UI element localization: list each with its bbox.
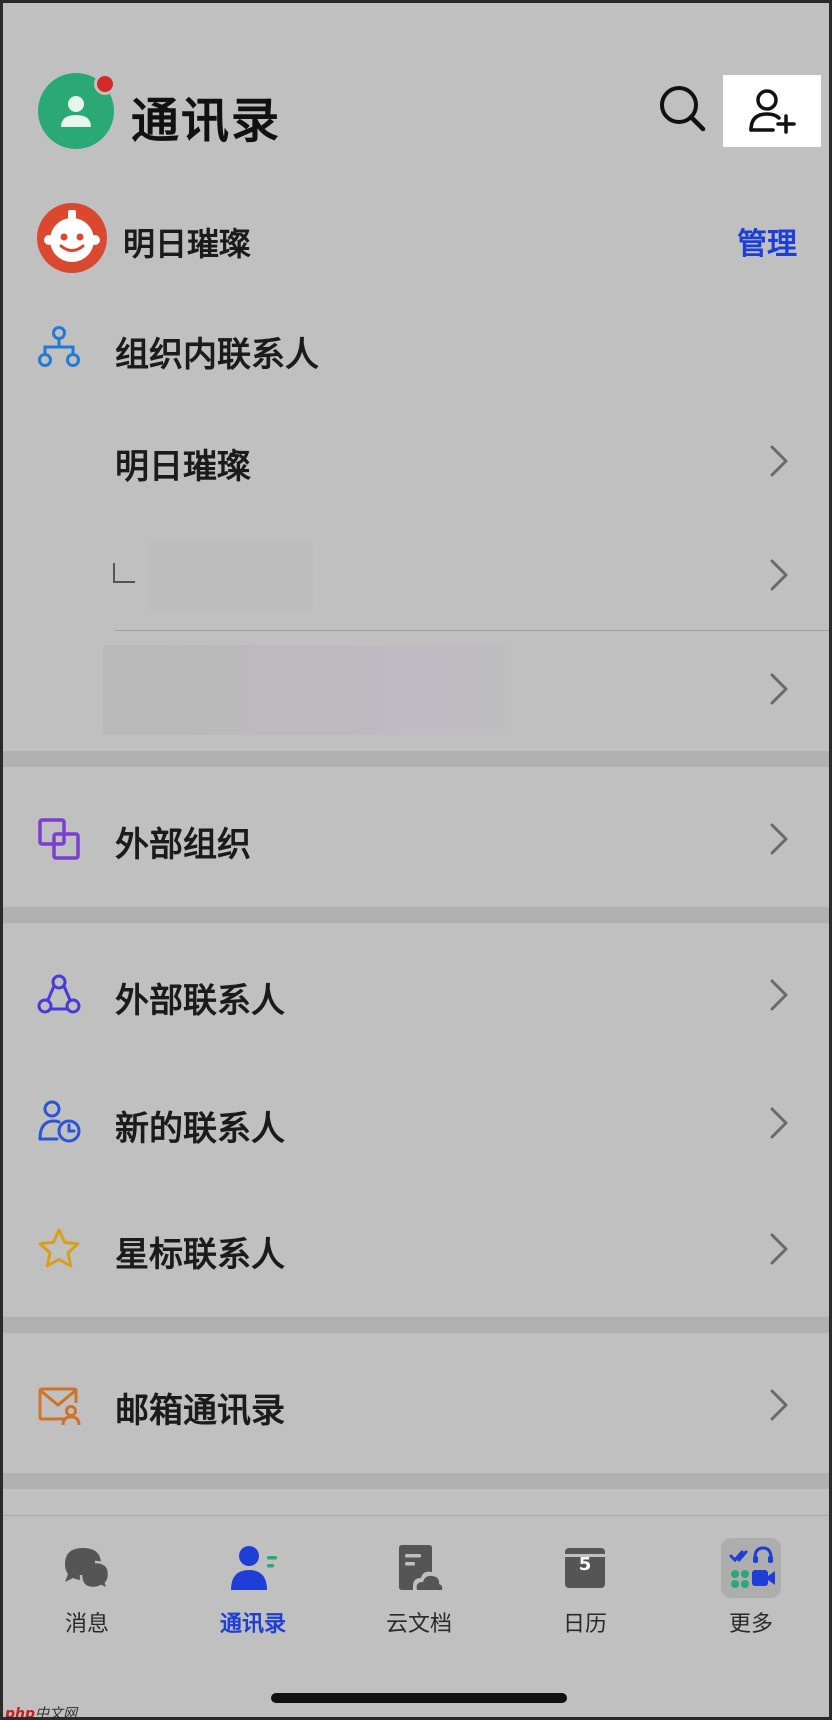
user-avatar[interactable] [38, 73, 116, 149]
header: 通讯录 [3, 63, 829, 163]
mail-contacts-label: 邮箱通讯录 [115, 1391, 285, 1431]
new-contacts-row[interactable]: 新的联系人 [3, 1083, 829, 1163]
org-root-label: 明日璀璨 [115, 447, 251, 487]
section-separator [3, 907, 829, 923]
chevron-right-icon [770, 673, 788, 705]
new-contacts-icon [37, 1099, 81, 1143]
calendar-icon: 5 [555, 1538, 615, 1598]
tab-messages[interactable]: 消息 [27, 1538, 147, 1638]
tab-cloud-docs-label: 云文档 [385, 1612, 452, 1637]
watermark-suffix: 中文网 [35, 1706, 78, 1720]
section-separator [3, 751, 829, 767]
tab-bar: 消息 通讯录 云文档 5 日历 更多 [3, 1515, 829, 1717]
more-apps-icon [721, 1538, 781, 1598]
star-icon [37, 1227, 81, 1271]
message-icon [57, 1538, 117, 1598]
chevron-right-icon [770, 1233, 788, 1265]
chevron-right-icon [770, 559, 788, 591]
contacts-screen: 通讯录 明日璀璨 管理 组织内联系人 明日璀璨 外部组织 外部联系人 新的联系人… [0, 0, 832, 1720]
cloud-doc-icon [389, 1538, 449, 1598]
chevron-right-icon [770, 823, 788, 855]
organization-row: 明日璀璨 管理 [3, 199, 829, 279]
internal-contacts-row[interactable]: 组织内联系人 [3, 309, 829, 389]
person-icon [61, 96, 91, 127]
chevron-right-icon [770, 445, 788, 477]
watermark-brand: php [5, 1706, 36, 1720]
watermark: php中文网 [5, 1703, 78, 1720]
external-org-label: 外部组织 [115, 825, 251, 865]
external-org-row[interactable]: 外部组织 [3, 799, 829, 879]
chevron-right-icon [770, 979, 788, 1011]
starred-contacts-label: 星标联系人 [115, 1235, 285, 1275]
blurred-contact-row[interactable] [3, 651, 829, 731]
mail-contacts-row[interactable]: 邮箱通讯录 [3, 1365, 829, 1445]
add-contact-icon [749, 89, 796, 134]
mail-contacts-icon [37, 1383, 81, 1427]
tab-calendar[interactable]: 5 日历 [525, 1538, 645, 1638]
external-contacts-icon [37, 973, 81, 1017]
chevron-right-icon [770, 1389, 788, 1421]
chevron-right-icon [770, 1107, 788, 1139]
org-name: 明日璀璨 [123, 225, 252, 263]
tab-calendar-label: 日历 [562, 1612, 607, 1637]
external-org-icon [37, 817, 81, 861]
tab-cloud-docs[interactable]: 云文档 [359, 1538, 479, 1638]
org-tree-icon [37, 325, 81, 369]
sub-department-row[interactable] [3, 537, 829, 617]
tab-contacts-label: 通讯录 [219, 1612, 286, 1637]
add-contact-button[interactable] [723, 75, 821, 147]
tab-contacts[interactable]: 通讯录 [193, 1538, 313, 1638]
search-button[interactable] [653, 79, 713, 139]
notification-dot [94, 73, 116, 95]
divider [115, 630, 829, 631]
external-contacts-label: 外部联系人 [115, 981, 285, 1021]
starred-contacts-row[interactable]: 星标联系人 [3, 1209, 829, 1289]
tab-more[interactable]: 更多 [691, 1538, 811, 1638]
tab-messages-label: 消息 [64, 1612, 109, 1637]
org-root-row[interactable]: 明日璀璨 [3, 421, 829, 501]
calendar-day: 5 [578, 1554, 592, 1575]
home-indicator[interactable] [271, 1693, 567, 1703]
org-logo [37, 203, 107, 273]
tab-more-label: 更多 [728, 1612, 773, 1637]
page-title: 通讯录 [131, 93, 282, 149]
contacts-icon [223, 1538, 283, 1598]
section-separator [3, 1473, 829, 1489]
section-separator [3, 1317, 829, 1333]
robot-face-icon [44, 210, 100, 262]
new-contacts-label: 新的联系人 [115, 1109, 285, 1149]
manage-link[interactable]: 管理 [737, 219, 797, 263]
search-icon [660, 86, 706, 132]
internal-contacts-label: 组织内联系人 [115, 335, 319, 375]
external-contacts-row[interactable]: 外部联系人 [3, 955, 829, 1035]
